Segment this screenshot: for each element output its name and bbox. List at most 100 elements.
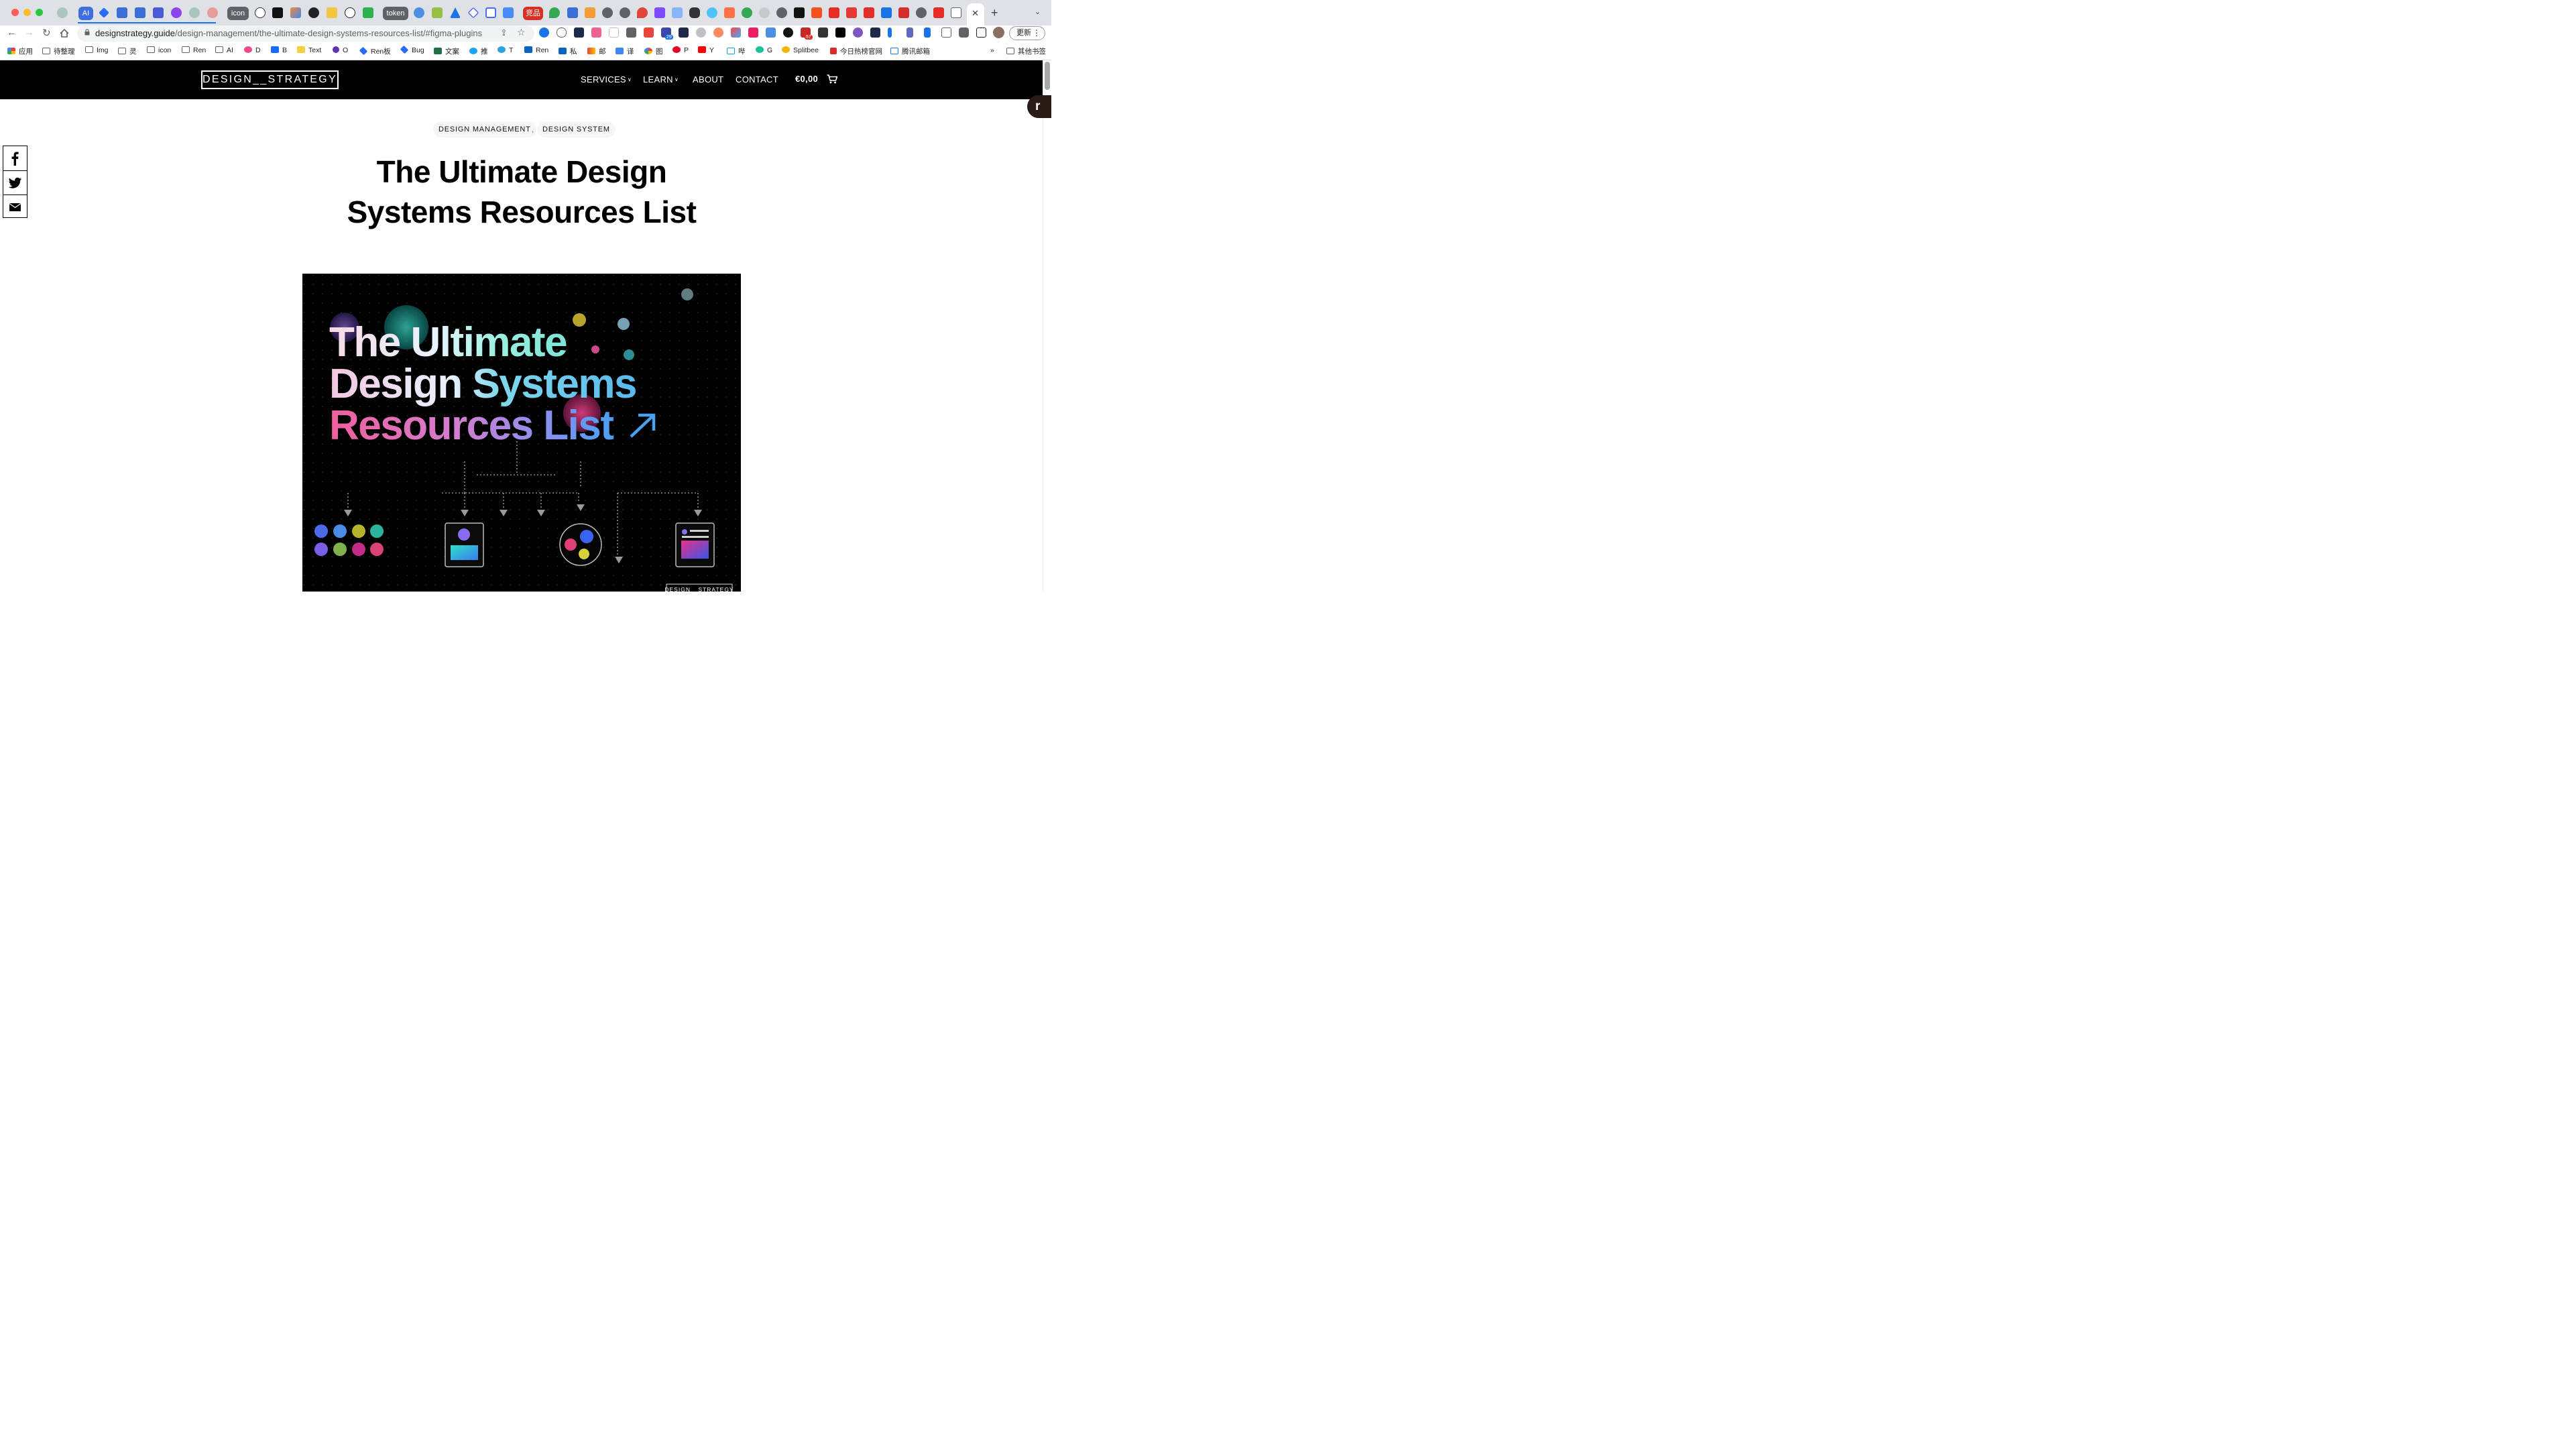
window-minimize-button[interactable] xyxy=(23,9,31,16)
pinned-tab-chart[interactable] xyxy=(503,7,514,18)
bookmark-dribbble[interactable]: D xyxy=(244,46,261,54)
pinned-tab-openai[interactable] xyxy=(57,7,68,18)
extension-icon-6[interactable] xyxy=(626,27,636,38)
pinned-tab-eye[interactable] xyxy=(308,7,319,18)
pinned-tab-grid-1[interactable] xyxy=(117,7,127,18)
bookmark-private[interactable]: 私 xyxy=(559,46,577,56)
tab-search-chevron-icon[interactable]: ⌄ xyxy=(1035,7,1041,16)
extension-icon-17[interactable] xyxy=(818,27,828,38)
tab-close-icon[interactable]: ✕ xyxy=(972,8,979,19)
pinned-tab-square[interactable] xyxy=(272,7,283,18)
bookmark-grammarly[interactable]: G xyxy=(756,46,772,54)
pinned-tab-openai-2[interactable] xyxy=(189,7,200,18)
bookmark-behance[interactable]: B xyxy=(271,46,287,54)
bookmark-ren-outlook[interactable]: Ren xyxy=(524,46,548,54)
bookmark-translate[interactable]: 译 xyxy=(616,46,634,56)
bookmark-folder-to-sort[interactable]: 待整理 xyxy=(42,46,75,56)
page-scrollbar[interactable] xyxy=(1043,60,1051,592)
pinned-tab-n[interactable] xyxy=(485,7,496,18)
extension-icon-11[interactable] xyxy=(713,27,723,38)
pinned-tab-ring[interactable] xyxy=(345,7,355,18)
url-text[interactable]: designstrategy.guide/design-management/t… xyxy=(95,28,482,38)
side-panel-icon[interactable] xyxy=(976,27,986,38)
menu-dots-icon[interactable]: ⋮ xyxy=(1033,27,1041,40)
pinned-tab-color[interactable] xyxy=(290,7,301,18)
window-close-button[interactable] xyxy=(11,9,19,16)
extension-icon-14[interactable] xyxy=(766,27,776,38)
pinned-tab-maps[interactable] xyxy=(549,7,560,18)
nav-services[interactable]: SERVICES ∨ xyxy=(581,74,632,85)
bookmarks-overflow-chevron[interactable]: » xyxy=(990,46,994,54)
bookmark-folder-icon[interactable]: icon xyxy=(147,46,171,54)
site-logo[interactable]: DESIGN__STRATEGY xyxy=(201,70,339,89)
extension-icon-3[interactable] xyxy=(574,27,584,38)
extension-icon-21[interactable] xyxy=(888,27,892,38)
pinned-tab-nn[interactable] xyxy=(898,7,909,18)
bookmark-twitter[interactable]: 推 xyxy=(469,46,488,56)
extension-icon-18[interactable] xyxy=(835,27,845,38)
bookmark-text[interactable]: Text xyxy=(297,46,321,54)
pinned-tab-pin[interactable] xyxy=(637,7,648,18)
extension-icon-20[interactable] xyxy=(870,27,880,38)
bookmark-other-folder[interactable]: 其他书签 xyxy=(1006,46,1046,56)
back-arrow-icon[interactable]: ← xyxy=(7,27,17,38)
pinned-tab-blocks[interactable] xyxy=(153,7,164,18)
window-zoom-button[interactable] xyxy=(36,9,43,16)
extension-icon-9[interactable] xyxy=(679,27,689,38)
pinned-tab-slash[interactable] xyxy=(811,7,822,18)
update-button[interactable]: 更新 ⋮ xyxy=(1009,26,1045,40)
pinned-tab-circle[interactable] xyxy=(707,7,717,18)
extension-icon-12[interactable] xyxy=(731,27,741,38)
pinned-tab-youtube-1[interactable] xyxy=(829,7,839,18)
bookmark-star-icon[interactable]: ☆ xyxy=(517,27,526,38)
pinned-tab-p[interactable] xyxy=(327,7,337,18)
pinned-tab-globe-3[interactable] xyxy=(776,7,787,18)
bookmark-splitbee[interactable]: Splitbee xyxy=(782,46,819,54)
pinned-tab-s[interactable] xyxy=(654,7,665,18)
extension-icon-23[interactable] xyxy=(924,27,931,38)
bookmark-pinterest[interactable]: P xyxy=(672,46,689,54)
bookmark-bug[interactable]: Bug xyxy=(400,45,424,54)
extension-icon-15[interactable] xyxy=(783,27,793,38)
bookmark-folder-ling[interactable]: 灵 xyxy=(118,46,137,56)
bookmark-google-images[interactable]: 图 xyxy=(644,46,663,56)
reload-icon[interactable]: ↻ xyxy=(42,27,51,39)
tab-group-icon[interactable]: icon xyxy=(227,7,249,20)
pinned-tab-car[interactable] xyxy=(689,7,700,18)
cart-icon[interactable] xyxy=(827,74,837,84)
bookmark-tophub[interactable]: 今日热榜官网 xyxy=(830,46,882,56)
pinned-tab-s-red[interactable] xyxy=(846,7,857,18)
share-email-button[interactable] xyxy=(3,194,27,219)
pinned-tab-panel[interactable] xyxy=(951,7,961,18)
pinned-tab-drop[interactable] xyxy=(255,7,266,18)
pinned-tab-hubspot[interactable] xyxy=(724,7,735,18)
pinned-tab-cloud[interactable] xyxy=(414,7,424,18)
extension-icon-24[interactable] xyxy=(941,27,951,38)
nav-learn[interactable]: LEARN ∨ xyxy=(643,74,679,85)
pinned-tab-dots[interactable] xyxy=(759,7,770,18)
share-twitter-button[interactable] xyxy=(3,170,27,194)
pinned-tab-grid-2[interactable] xyxy=(135,7,145,18)
extension-icon-4[interactable] xyxy=(591,27,601,38)
nav-contact[interactable]: CONTACT xyxy=(736,74,778,85)
new-tab-icon[interactable]: + xyxy=(991,6,998,20)
nav-about[interactable]: ABOUT xyxy=(693,74,723,85)
bookmark-gmail[interactable]: 邮 xyxy=(587,46,606,56)
share-facebook-button[interactable] xyxy=(3,146,27,170)
extension-icon-19[interactable] xyxy=(853,27,863,38)
cart-total[interactable]: €0,00 xyxy=(795,74,818,84)
home-icon[interactable] xyxy=(60,29,69,38)
pinned-tab-green[interactable] xyxy=(363,7,373,18)
pinned-tab-openai-3[interactable] xyxy=(207,7,218,18)
tab-group-competitors[interactable]: 竞品 xyxy=(523,7,543,20)
pinned-tab-youtube-3[interactable] xyxy=(933,7,944,18)
page-scrollbar-thumb[interactable] xyxy=(1045,62,1050,90)
share-icon[interactable]: ⇪ xyxy=(500,27,508,38)
bookmark-ren-board[interactable]: Ren板 xyxy=(359,46,391,56)
extension-icon-10[interactable] xyxy=(696,27,706,38)
floating-reader-badge[interactable]: r xyxy=(1027,95,1051,118)
pinned-tab-wave[interactable] xyxy=(672,7,683,18)
bookmark-telegram[interactable]: T xyxy=(497,46,513,54)
pinned-tab-grid-3[interactable] xyxy=(567,7,578,18)
forward-arrow-icon[interactable]: → xyxy=(24,27,34,38)
